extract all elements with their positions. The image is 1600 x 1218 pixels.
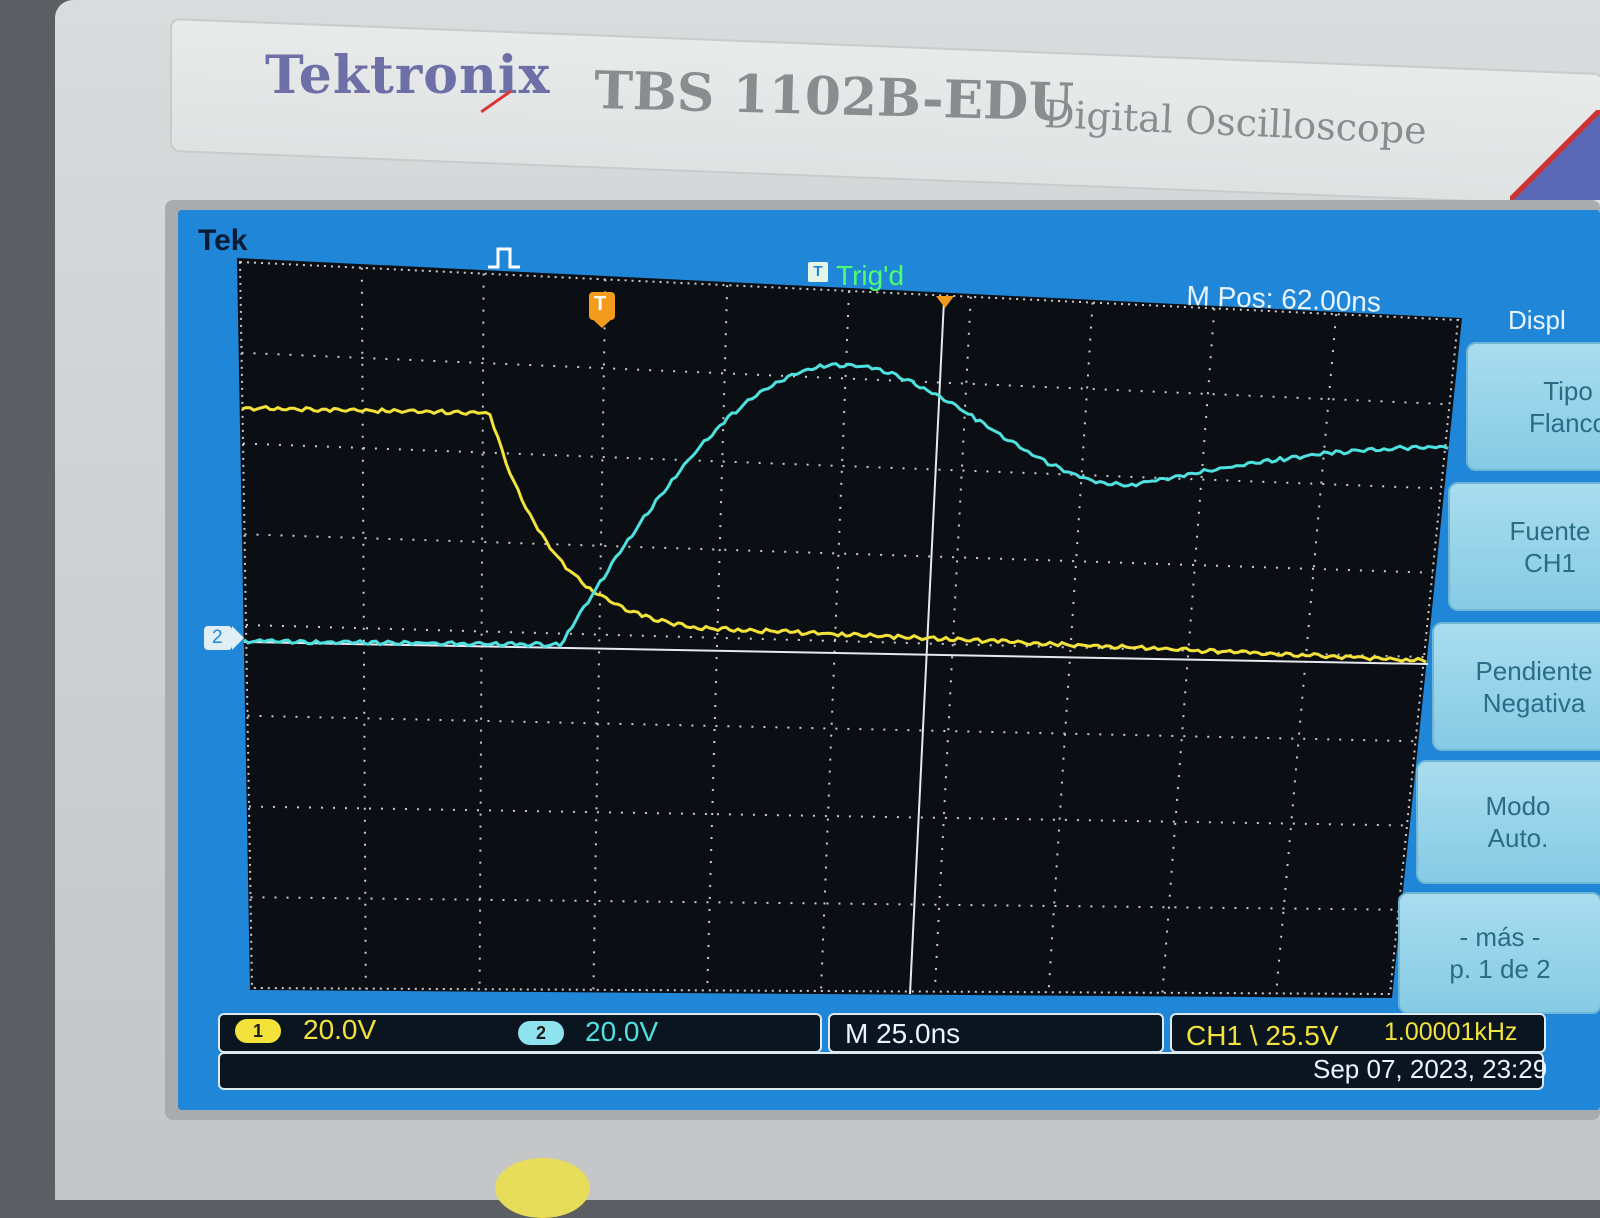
menu-button-line2: Auto. (1487, 823, 1549, 853)
trigger-icon: T (808, 262, 828, 282)
ch1-badge: 1 (235, 1019, 281, 1043)
ch2-badge: 2 (518, 1021, 564, 1045)
menu-button-line1: Tipo (1543, 375, 1593, 406)
menu-button-line1: Modo (1485, 791, 1551, 821)
menu-button-line1: - más - (1459, 922, 1541, 952)
trigger-marker-label: T (594, 293, 607, 315)
timebase: M 25.0ns (845, 1018, 961, 1049)
pulse-icon (488, 247, 520, 269)
ch2-ground-marker (204, 626, 244, 650)
datetime: Sep 07, 2023, 23:29 (1313, 1054, 1548, 1084)
ch2-ground-label: 2 (212, 627, 223, 648)
menu-button-more[interactable]: - más - p. 1 de 2 (1398, 892, 1600, 1014)
menu-button-slope[interactable]: Pendiente Negativa (1432, 622, 1600, 751)
menu-button-line1: Pendiente (1475, 655, 1593, 686)
menu-button-line2: CH1 (1523, 547, 1576, 578)
ch2-scale: 20.0V (585, 1016, 659, 1047)
menu-button-source[interactable]: Fuente CH1 (1448, 482, 1600, 611)
menu-button-mode[interactable]: Modo Auto. (1416, 760, 1600, 884)
menu-button-type[interactable]: Tipo Flanco (1466, 342, 1600, 471)
tek-label: Tek (198, 224, 248, 257)
menu-button-line2: Negativa (1482, 687, 1586, 718)
horizontal-position: M Pos: 62.00ns (1185, 280, 1382, 318)
menu-button-line2: p. 1 de 2 (1449, 954, 1551, 984)
yellow-knob[interactable] (495, 1158, 590, 1218)
trigger-frequency: 1.00001kHz (1384, 1018, 1518, 1046)
trigger-status: Trig'd (836, 260, 905, 291)
trigger-level: CH1 \ 25.5V (1186, 1020, 1339, 1051)
menu-title: Displ (1508, 305, 1566, 335)
menu-button-line1: Fuente (1509, 515, 1591, 546)
graticule-area (237, 258, 1462, 998)
menu-button-line2: Flanco (1528, 407, 1600, 438)
ch1-scale: 20.0V (303, 1014, 377, 1045)
